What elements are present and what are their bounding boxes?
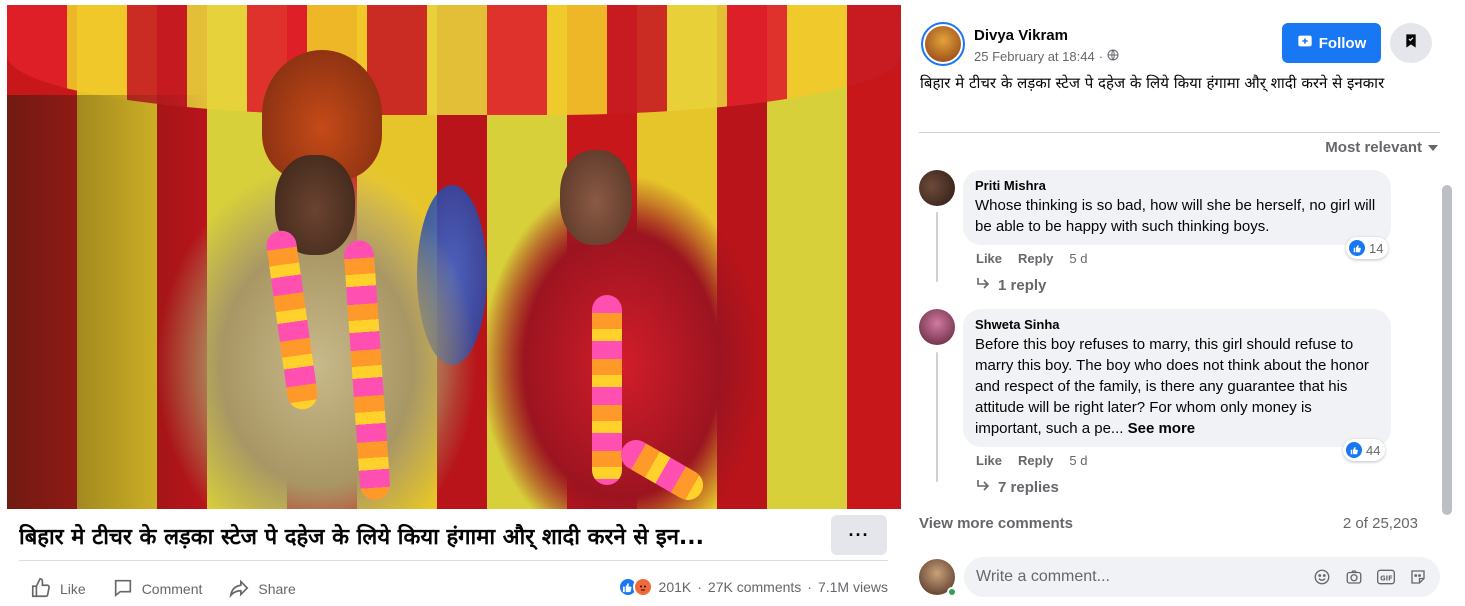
post-meta: 25 February at 18:44 ·	[974, 49, 1119, 64]
comment-time[interactable]: 5 d	[1069, 251, 1087, 266]
post-actions: Like Comment Share	[30, 574, 296, 604]
post-caption: बिहार मे टीचर के लड़का स्टेज पे दहेज के …	[920, 74, 1385, 92]
globe-icon	[1107, 49, 1119, 64]
video-title: बिहार मे टीचर के लड़का स्टेज पे दहेज के …	[19, 525, 704, 550]
view-replies-button[interactable]: 1 reply	[976, 277, 1046, 294]
commenter-name[interactable]: Priti Mishra	[975, 178, 1379, 193]
angry-reaction-icon	[632, 577, 653, 597]
commenter-avatar[interactable]	[919, 309, 955, 345]
comment-input[interactable]	[976, 568, 1312, 586]
bookmark-icon	[1403, 33, 1419, 54]
commenter-name[interactable]: Shweta Sinha	[975, 317, 1379, 332]
comment-actions: Like Reply 5 d	[976, 251, 1088, 266]
commenter-avatar[interactable]	[919, 170, 955, 206]
separator: ·	[697, 579, 702, 595]
video-player[interactable]	[7, 5, 901, 509]
divider	[919, 132, 1440, 133]
replies-label: 7 replies	[998, 479, 1059, 496]
view-more-comments-link[interactable]: View more comments	[919, 515, 1073, 532]
thumbs-up-icon	[1346, 442, 1362, 458]
comment-reply-button[interactable]: Reply	[1018, 251, 1053, 266]
more-options-button[interactable]: ···	[831, 515, 887, 555]
comment-reaction-count[interactable]: 14	[1346, 237, 1389, 259]
comment-bubble: Priti Mishra Whose thinking is so bad, h…	[963, 170, 1391, 245]
garland	[592, 295, 622, 485]
comment-like-button[interactable]: Like	[976, 251, 1002, 266]
author-avatar[interactable]	[921, 22, 965, 66]
reply-arrow-icon	[976, 479, 990, 496]
comment-actions: Like Reply 5 d	[976, 453, 1088, 468]
sticker-icon[interactable]	[1408, 567, 1428, 587]
svg-text:GIF: GIF	[1380, 574, 1393, 582]
view-count: 7.1M views	[817, 579, 888, 595]
replies-label: 1 reply	[998, 277, 1047, 294]
share-icon	[228, 577, 250, 602]
comment-reply-button[interactable]: Reply	[1018, 453, 1053, 468]
like-action-button[interactable]: Like	[30, 577, 86, 602]
reaction-count[interactable]: 201K	[659, 579, 692, 595]
comments-shown-count: 2 of 25,203	[1342, 515, 1418, 532]
comment-action-button[interactable]: Comment	[112, 577, 203, 602]
thumbs-up-icon	[1349, 240, 1365, 256]
comment-text: Before this boy refuses to marry, this g…	[975, 334, 1379, 439]
online-status-dot	[947, 587, 957, 597]
divider	[19, 560, 888, 561]
follow-label: Follow	[1318, 34, 1367, 52]
thumbs-up-icon	[30, 577, 52, 602]
comment-icon	[112, 577, 134, 602]
comment-reaction-count[interactable]: 44	[1343, 439, 1386, 461]
share-label: Share	[258, 581, 296, 597]
comment-like-button[interactable]: Like	[976, 453, 1002, 468]
separator: ·	[1098, 49, 1104, 64]
scrollbar-thumb[interactable]	[1442, 185, 1452, 515]
sort-label: Most relevant	[1325, 139, 1422, 156]
post-date[interactable]: 25 February at 18:44	[974, 49, 1095, 64]
bride-head	[560, 150, 632, 245]
separator: ·	[807, 579, 812, 595]
video-title-row: बिहार मे टीचर के लड़का स्टेज पे दहेज के …	[7, 509, 901, 565]
gif-icon[interactable]: GIF	[1376, 567, 1396, 587]
reaction-icons[interactable]	[617, 577, 653, 597]
post-stats: 201K · 27K comments · 7.1M views	[617, 577, 888, 597]
comment-text: Whose thinking is so bad, how will she b…	[975, 197, 1376, 235]
reaction-count: 14	[1369, 240, 1384, 256]
sort-dropdown[interactable]: Most relevant	[1325, 139, 1438, 156]
share-action-button[interactable]: Share	[228, 577, 296, 602]
reply-arrow-icon	[976, 277, 990, 294]
reaction-count: 44	[1366, 442, 1381, 458]
follow-button[interactable]: Follow	[1282, 23, 1381, 63]
composer-tools: GIF	[1312, 567, 1428, 587]
view-replies-button[interactable]: 7 replies	[976, 479, 1059, 496]
save-button[interactable]	[1390, 23, 1432, 63]
emoji-icon[interactable]	[1312, 567, 1332, 587]
comment-count[interactable]: 27K comments	[708, 579, 801, 595]
comment-time[interactable]: 5 d	[1069, 453, 1087, 468]
camera-icon[interactable]	[1344, 567, 1364, 587]
add-page-icon	[1297, 33, 1313, 53]
like-label: Like	[60, 581, 86, 597]
comment-composer: GIF	[964, 557, 1440, 597]
thread-line	[936, 352, 938, 482]
comment-label: Comment	[141, 581, 203, 597]
thread-line	[936, 212, 938, 282]
comments-panel: Divya Vikram 25 February at 18:44 · Foll…	[903, 0, 1465, 606]
caret-down-icon	[1428, 139, 1438, 156]
author-name[interactable]: Divya Vikram	[974, 27, 1068, 44]
comment-bubble: Shweta Sinha Before this boy refuses to …	[963, 309, 1391, 447]
see-more-link[interactable]: See more	[1128, 420, 1196, 437]
